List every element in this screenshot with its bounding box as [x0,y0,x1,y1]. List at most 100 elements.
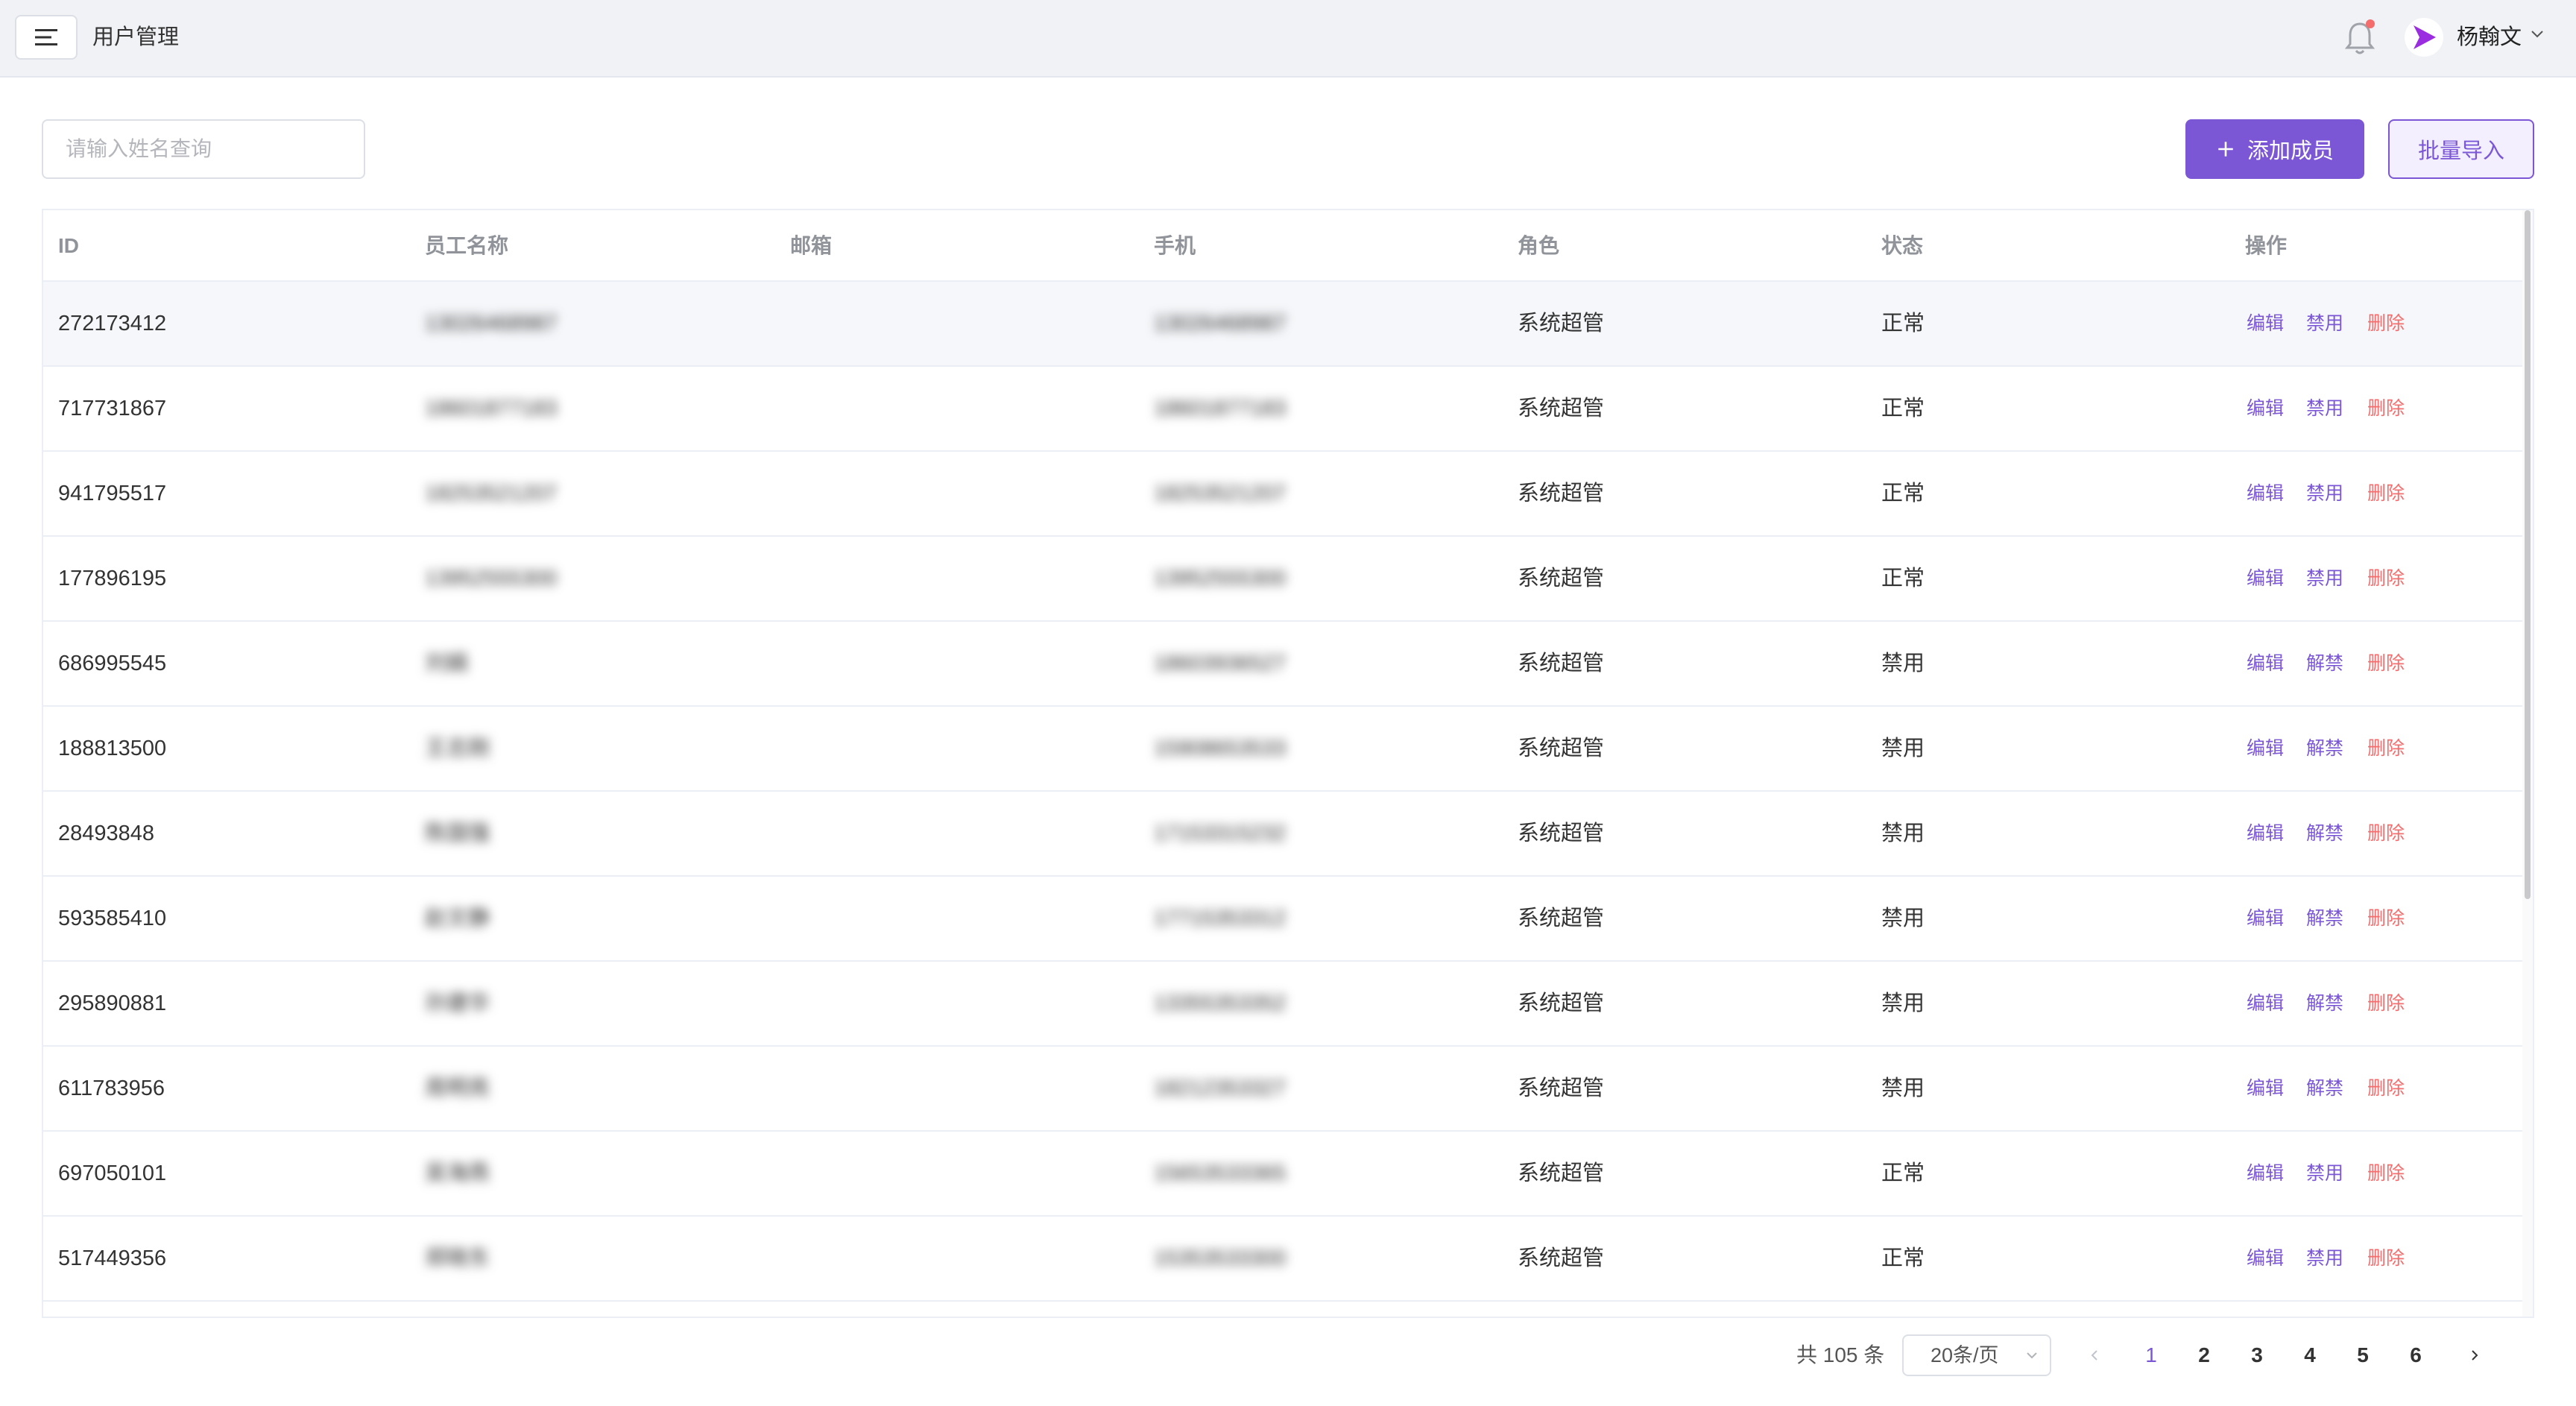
table-row[interactable]: 28493848 陈国强 17153315232 系统超管 禁用 编辑 解禁 删除 [43,792,2524,877]
delete-button[interactable]: 删除 [2367,622,2405,705]
menu-toggle-button[interactable] [15,15,78,60]
delete-button[interactable]: 删除 [2367,1217,2405,1300]
cell-phone: 17153315232 [1154,822,1287,845]
toggle-status-button[interactable]: 解禁 [2306,962,2343,1045]
edit-button[interactable]: 编辑 [2247,1047,2284,1130]
cell-status: 禁用 [1881,992,1925,1015]
page-number-2[interactable]: 2 [2189,1340,2219,1370]
page-number-4[interactable]: 4 [2295,1340,2325,1370]
table-row[interactable]: 717731867 18601877183 18601877183 系统超管 正常 编辑禁… [43,367,2524,452]
cell-name: 刘娟 [425,652,469,675]
cell-name: 13026468987 [425,312,558,335]
cell-name: 陈国强 [425,822,490,845]
cell-name: 周明亮 [425,1076,490,1100]
delete-button[interactable]: 删除 [2367,537,2405,620]
avatar[interactable] [2405,18,2443,57]
batch-import-button[interactable]: 批量导入 [2388,119,2534,179]
toggle-status-button[interactable]: 禁用 [2306,1132,2343,1215]
column-header-id: ID [58,234,79,257]
table-row[interactable]: 686995545 刘娟 18603936527 系统超管 禁用 编辑 解禁 删除 [43,622,2524,707]
cell-name: 13952555300 [425,567,558,590]
edit-button[interactable]: 编辑 [2247,877,2284,960]
cell-id: 177896195 [58,567,167,590]
chevron-right-icon [2472,1350,2478,1361]
cell-phone: 13026468987 [1154,312,1287,335]
toggle-status-button[interactable]: 解禁 [2306,1047,2343,1130]
cell-role: 系统超管 [1518,1161,1605,1185]
toggle-status-button[interactable]: 解禁 [2306,877,2343,960]
toggle-status-button[interactable]: 禁用 [2306,282,2343,365]
notification-button[interactable] [2342,19,2378,57]
toggle-status-button[interactable]: 禁用 [2306,1217,2343,1300]
cell-id: 593585410 [58,907,167,930]
cell-name: 吴海燕 [425,1161,490,1185]
edit-button[interactable]: 编辑 [2247,622,2284,705]
batch-import-label: 批量导入 [2417,139,2504,163]
page-number-6[interactable]: 6 [2401,1340,2431,1370]
edit-button[interactable]: 编辑 [2247,707,2284,790]
page-number-1[interactable]: 1 [2136,1340,2166,1370]
cell-name: 孙建华 [425,992,490,1015]
prev-page-button[interactable] [2083,1342,2106,1369]
page-number-3[interactable]: 3 [2242,1340,2272,1370]
toggle-status-button[interactable]: 解禁 [2306,792,2343,875]
toggle-status-button[interactable]: 禁用 [2306,367,2343,450]
delete-button[interactable]: 删除 [2367,877,2405,960]
edit-button[interactable]: 编辑 [2247,1132,2284,1215]
page-size-value: 20条/页 [1931,1344,1999,1366]
edit-button[interactable]: 编辑 [2247,452,2284,535]
page-title: 用户管理 [92,25,180,49]
table-scrollbar[interactable] [2522,210,2533,1317]
cell-status: 禁用 [1881,737,1925,760]
delete-button[interactable]: 删除 [2367,962,2405,1045]
edit-button[interactable]: 编辑 [2247,537,2284,620]
cell-phone: 18212353327 [1154,1076,1287,1100]
total-count: 共 105 条 [1796,1343,1885,1366]
cell-id: 941795517 [58,482,167,505]
toggle-status-button[interactable]: 解禁 [2306,622,2343,705]
edit-button[interactable]: 编辑 [2247,282,2284,365]
column-header-role: 角色 [1518,234,1560,257]
next-page-button[interactable] [2463,1342,2487,1369]
page-size-select[interactable]: 20条/页 [1902,1334,2051,1376]
cell-role: 系统超管 [1518,482,1605,505]
delete-button[interactable]: 删除 [2367,792,2405,875]
cell-name: 郑晓东 [425,1246,490,1270]
table-row[interactable]: 177896195 13952555300 13952555300 系统超管 正常 编辑禁… [43,537,2524,622]
table-row[interactable]: 272173412 13026468987 13026468987 系统超管 正常 编辑禁… [43,282,2524,367]
table-row[interactable]: 188813500 王志刚 15908653533 系统超管 禁用 编辑 解禁 删除 [43,707,2524,792]
cell-status: 正常 [1881,567,1925,590]
toggle-status-button[interactable]: 禁用 [2306,452,2343,535]
table-row[interactable]: 611783956 周明亮 18212353327 系统超管 禁用 编辑 解禁 删除 [43,1047,2524,1132]
toggle-status-button[interactable]: 禁用 [2306,537,2343,620]
delete-button[interactable]: 删除 [2367,452,2405,535]
edit-button[interactable]: 编辑 [2247,962,2284,1045]
edit-button[interactable]: 编辑 [2247,792,2284,875]
cell-name: 18601877183 [425,397,558,420]
delete-button[interactable]: 删除 [2367,1132,2405,1215]
table-row[interactable]: 697050101 吴海燕 15653533365 系统超管 正常 编辑 禁用 删除 [43,1132,2524,1217]
search-input[interactable] [42,119,365,179]
delete-button[interactable]: 删除 [2367,707,2405,790]
table-row[interactable]: 295890881 孙建华 13355353352 系统超管 禁用 编辑 解禁 删除 [43,962,2524,1047]
table-row[interactable]: 517449356 郑晓东 15353533300 系统超管 正常 编辑 禁用 删除 [43,1217,2524,1302]
add-member-button[interactable]: 添加成员 [2185,119,2364,179]
scrollbar-thumb[interactable] [2525,210,2531,899]
edit-button[interactable]: 编辑 [2247,1217,2284,1300]
toggle-status-button[interactable]: 解禁 [2306,707,2343,790]
cell-status: 正常 [1881,1161,1925,1185]
cell-role: 系统超管 [1518,992,1605,1015]
delete-button[interactable]: 删除 [2367,1047,2405,1130]
users-table: ID 员工名称 邮箱 手机 角色 状态 操作 272173412 13026468… [42,209,2534,1318]
table-row[interactable]: 593585410 赵文静 17715353312 系统超管 禁用 编辑 解禁 删除 [43,877,2524,962]
delete-button[interactable]: 删除 [2367,367,2405,450]
play-logo-icon [2414,25,2436,49]
chevron-down-icon[interactable] [2528,25,2546,43]
user-name[interactable]: 杨翰文 [2457,22,2522,52]
cell-name: 赵文静 [425,907,490,930]
cell-phone: 18253521207 [1154,482,1287,505]
delete-button[interactable]: 删除 [2367,282,2405,365]
page-number-5[interactable]: 5 [2348,1340,2378,1370]
edit-button[interactable]: 编辑 [2247,367,2284,450]
table-row[interactable]: 941795517 18253521207 18253521207 系统超管 正常 编辑禁… [43,452,2524,537]
